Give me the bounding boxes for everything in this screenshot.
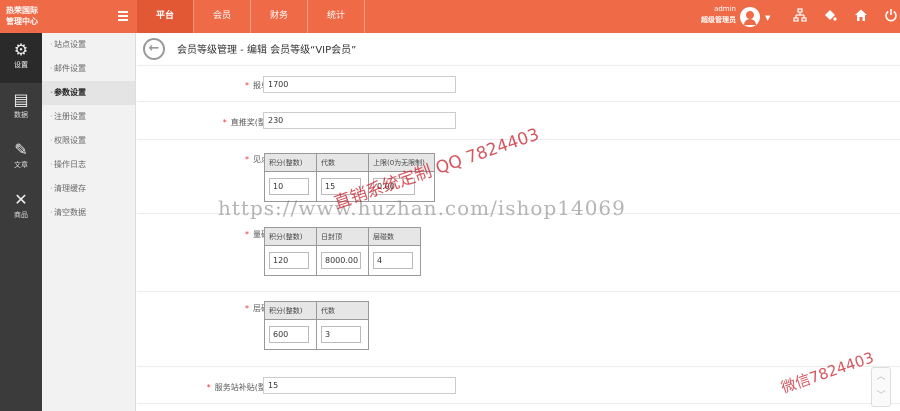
submenu-item-params[interactable]: 参数设置 bbox=[42, 81, 135, 105]
url-watermark: https://www.huzhan.com/ishop14069 bbox=[218, 196, 626, 220]
divider bbox=[137, 403, 900, 404]
sidebar-item-data[interactable]: ▤ 数据 bbox=[0, 83, 42, 133]
layer-bonus-table: 积分(整数) 代数 600 3 bbox=[264, 301, 369, 350]
column-header: 积分(整数) bbox=[264, 301, 317, 320]
brand-logo: 热荣国际 管理中心 bbox=[6, 5, 42, 27]
settings-submenu: 站点设置 邮件设置 参数设置 注册设置 权限设置 操作日志 清理缓存 清空数据 bbox=[42, 33, 136, 411]
chevron-up-icon[interactable]: ︿ bbox=[872, 368, 890, 387]
sidebar-item-articles[interactable]: ✎ 文章 bbox=[0, 133, 42, 183]
layer-bonus-label: *层碰奖 bbox=[245, 304, 277, 313]
submenu-item-permissions[interactable]: 权限设置 bbox=[42, 129, 135, 153]
submenu-item-clear-cache[interactable]: 清理缓存 bbox=[42, 177, 135, 201]
divider bbox=[137, 291, 900, 292]
service-subsidy-label: * 服务站补贴(整数) bbox=[206, 383, 277, 392]
submenu-item-clear-data[interactable]: 清空数据 bbox=[42, 201, 135, 225]
volume-bonus-table: 积分(整数) 日封顶 层碰数 120 8000.00 4 bbox=[264, 227, 421, 276]
power-icon[interactable] bbox=[883, 8, 899, 24]
volume-points-input[interactable]: 120 bbox=[269, 252, 309, 269]
brand-line-1: 热荣国际 bbox=[6, 6, 38, 15]
chevron-down-icon[interactable]: ▼ bbox=[765, 14, 770, 22]
scroll-buttons[interactable]: ︿ ﹀ bbox=[871, 367, 891, 407]
user-role: 超级管理员 bbox=[701, 16, 736, 24]
sidebar-item-settings[interactable]: ⚙ 设置 bbox=[0, 33, 42, 83]
sidebar-item-label: 商品 bbox=[14, 211, 28, 219]
report-fee-input[interactable]: 1700 bbox=[263, 76, 456, 93]
submenu-item-logs[interactable]: 操作日志 bbox=[42, 153, 135, 177]
sidebar-item-label: 数据 bbox=[14, 111, 28, 119]
direct-bonus-label: * 直推奖(整数) bbox=[222, 118, 277, 127]
column-header: 层碰数 bbox=[368, 227, 421, 246]
tools-icon: ✕ bbox=[14, 190, 28, 209]
submenu-item-site[interactable]: 站点设置 bbox=[42, 33, 135, 57]
sidebar-item-goods[interactable]: ✕ 商品 bbox=[0, 183, 42, 233]
tab-members[interactable]: 会员 bbox=[194, 0, 252, 33]
menu-toggle-icon[interactable] bbox=[118, 11, 128, 21]
volume-daily-cap-input[interactable]: 8000.00 bbox=[321, 252, 361, 269]
divider bbox=[137, 101, 900, 102]
service-subsidy-input[interactable]: 15 bbox=[263, 377, 456, 394]
user-info[interactable]: admin 超级管理员 bbox=[676, 4, 736, 26]
sidebar-item-label: 文章 bbox=[14, 161, 28, 169]
main-content: ← 会员等级管理 - 编辑 会员等级“VIP会员” *报单费 1700 *直推奖… bbox=[137, 33, 900, 411]
column-header: 代数 bbox=[316, 153, 369, 172]
submenu-item-register[interactable]: 注册设置 bbox=[42, 105, 135, 129]
tab-statistics[interactable]: 统计 bbox=[308, 0, 366, 33]
report-fee-label: *报单费 bbox=[245, 81, 277, 90]
chevron-down-icon[interactable]: ﹀ bbox=[872, 387, 890, 406]
avatar[interactable] bbox=[740, 7, 760, 27]
tab-platform[interactable]: 平台 bbox=[137, 0, 195, 33]
tab-finance[interactable]: 财务 bbox=[251, 0, 309, 33]
brand-line-2: 管理中心 bbox=[6, 17, 38, 26]
touch-points-input[interactable]: 10 bbox=[269, 178, 309, 195]
home-icon[interactable] bbox=[853, 8, 869, 24]
sidebar-item-label: 设置 bbox=[14, 61, 28, 69]
top-bar: 热荣国际 管理中心 平台 会员 财务 统计 admin 超级管理员 ▼ bbox=[0, 0, 900, 33]
column-header: 日封顶 bbox=[316, 227, 369, 246]
paint-bucket-icon[interactable] bbox=[822, 8, 838, 24]
volume-pairs-input[interactable]: 4 bbox=[373, 252, 413, 269]
user-name: admin bbox=[714, 5, 736, 13]
direct-bonus-input[interactable]: 230 bbox=[263, 112, 456, 129]
top-nav: 平台 会员 财务 统计 bbox=[137, 0, 366, 33]
gear-icon: ⚙ bbox=[13, 40, 29, 59]
divider bbox=[137, 366, 900, 367]
divider bbox=[137, 65, 900, 66]
data-icon: ▤ bbox=[13, 90, 29, 109]
page-title: 会员等级管理 - 编辑 会员等级“VIP会员” bbox=[177, 45, 357, 56]
article-icon: ✎ bbox=[14, 140, 28, 159]
column-header: 积分(整数) bbox=[264, 227, 317, 246]
column-header: 代数 bbox=[316, 301, 369, 320]
sitemap-icon[interactable] bbox=[792, 8, 808, 24]
layer-generations-input[interactable]: 3 bbox=[321, 326, 361, 343]
layer-points-input[interactable]: 600 bbox=[269, 326, 309, 343]
column-header: 积分(整数) bbox=[264, 153, 317, 172]
back-arrow-icon[interactable]: ← bbox=[143, 38, 165, 60]
touch-bonus-label: *见点奖 bbox=[245, 155, 277, 164]
volume-bonus-label: *量碰奖 bbox=[245, 230, 277, 239]
submenu-item-mail[interactable]: 邮件设置 bbox=[42, 57, 135, 81]
main-sidebar: ⚙ 设置 ▤ 数据 ✎ 文章 ✕ 商品 bbox=[0, 33, 42, 411]
